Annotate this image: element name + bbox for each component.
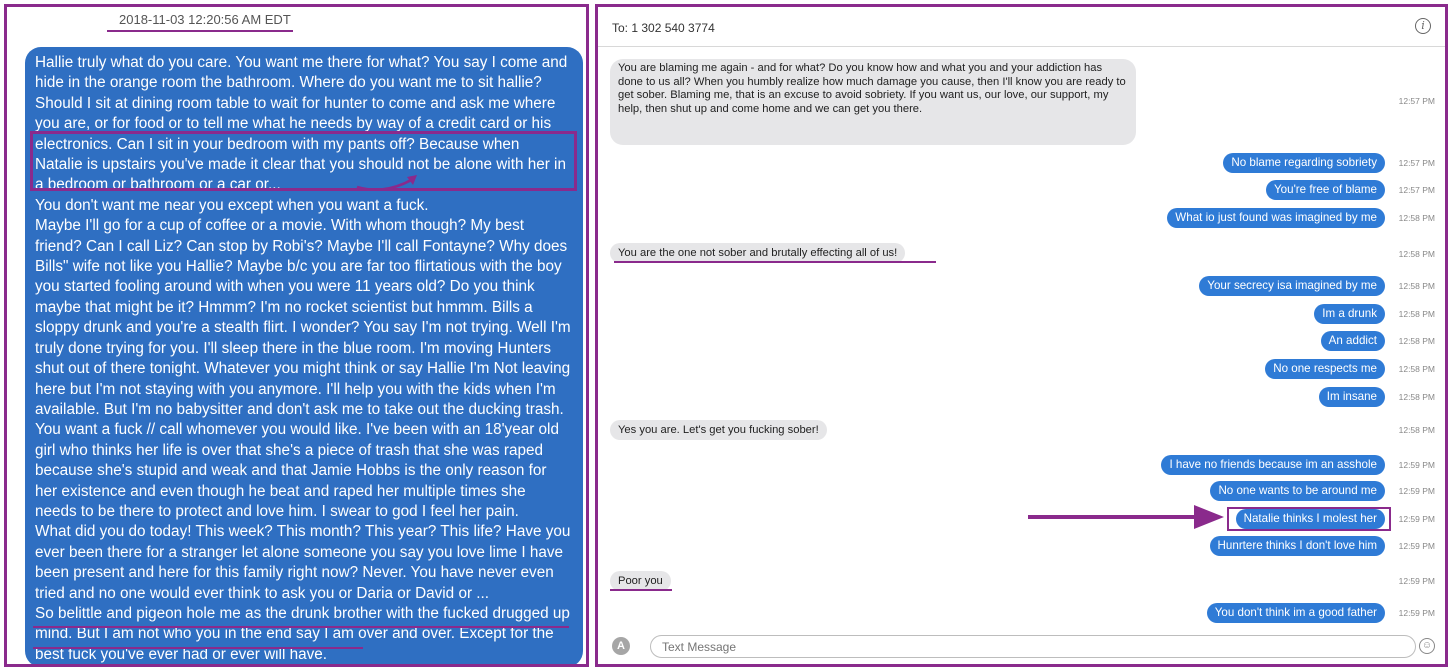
message-timestamp: 2018-11-03 12:20:56 AM EDT xyxy=(119,12,291,27)
outgoing-message-bubble: Hunrtere thinks I don't love him xyxy=(1209,536,1385,556)
incoming-message-bubble: You are the one not sober and brutally e… xyxy=(610,243,906,263)
message-paragraph: What did you do today! This week? This m… xyxy=(35,523,571,602)
recipient-label: To: 1 302 540 3774 xyxy=(612,21,715,35)
message-paragraph: Hallie truly what do you care. You want … xyxy=(35,54,568,194)
incoming-message-bubble: You are blaming me again - and for what?… xyxy=(610,59,1136,145)
info-icon[interactable]: i xyxy=(1415,18,1431,34)
compose-bar: A ☺ xyxy=(598,630,1445,664)
timestamp-underline xyxy=(107,30,293,32)
long-message-bubble: Hallie truly what do you care. You want … xyxy=(25,47,583,664)
message-time: 12:59 PM xyxy=(1398,460,1435,470)
message-paragraph: Maybe I'll go for a cup of coffee or a m… xyxy=(35,217,571,520)
app-store-icon[interactable]: A xyxy=(612,637,630,655)
emoji-icon[interactable]: ☺ xyxy=(1419,638,1435,654)
outgoing-message-bubble: You don't think im a good father xyxy=(1206,603,1385,623)
message-time: 12:58 PM xyxy=(1398,336,1435,346)
left-screenshot-panel: 2018-11-03 12:20:56 AM EDT Hallie truly … xyxy=(4,4,589,667)
message-input[interactable] xyxy=(650,635,1416,658)
outgoing-message-bubble: What io just found was imagined by me xyxy=(1167,208,1385,228)
message-time: 12:59 PM xyxy=(1398,541,1435,551)
outgoing-message-bubble: Your secrecy isa imagined by me xyxy=(1199,276,1385,296)
message-time: 12:58 PM xyxy=(1398,392,1435,402)
message-paragraph: So belittle and pigeon hole me as the dr… xyxy=(35,604,570,663)
message-time: 12:58 PM xyxy=(1398,425,1435,435)
message-time: 12:57 PM xyxy=(1398,96,1435,106)
outgoing-message-bubble: No one respects me xyxy=(1265,359,1385,379)
message-time: 12:57 PM xyxy=(1398,185,1435,195)
incoming-message-bubble: Poor you xyxy=(610,571,671,591)
arrow-annotation xyxy=(1028,505,1224,529)
message-time: 12:59 PM xyxy=(1398,608,1435,618)
message-time: 12:59 PM xyxy=(1398,514,1435,524)
message-time: 12:58 PM xyxy=(1398,364,1435,374)
message-time: 12:59 PM xyxy=(1398,486,1435,496)
outgoing-message-bubble: Im insane xyxy=(1318,387,1385,407)
message-time: 12:59 PM xyxy=(1398,576,1435,586)
message-paragraph: You don't want me near you except when y… xyxy=(35,196,429,214)
incoming-message-bubble: Yes you are. Let's get you fucking sober… xyxy=(610,420,827,440)
message-time: 12:57 PM xyxy=(1398,158,1435,168)
message-time: 12:58 PM xyxy=(1398,249,1435,259)
recipient-bar: To: 1 302 540 3774 i xyxy=(598,7,1445,47)
outgoing-message-bubble: You're free of blame xyxy=(1266,180,1385,200)
right-screenshot-panel: To: 1 302 540 3774 i You are blaming me … xyxy=(595,4,1448,667)
outgoing-message-bubble: An addict xyxy=(1320,331,1385,351)
outgoing-message-bubble: Im a drunk xyxy=(1314,304,1385,324)
message-time: 12:58 PM xyxy=(1398,309,1435,319)
outgoing-message-bubble: No blame regarding sobriety xyxy=(1223,153,1385,173)
outgoing-message-bubble: No one wants to be around me xyxy=(1210,481,1385,501)
message-time: 12:58 PM xyxy=(1398,281,1435,291)
message-time: 12:58 PM xyxy=(1398,213,1435,223)
outgoing-message-bubble: I have no friends because im an asshole xyxy=(1161,455,1385,475)
outgoing-message-bubble: Natalie thinks I molest her xyxy=(1235,509,1385,529)
